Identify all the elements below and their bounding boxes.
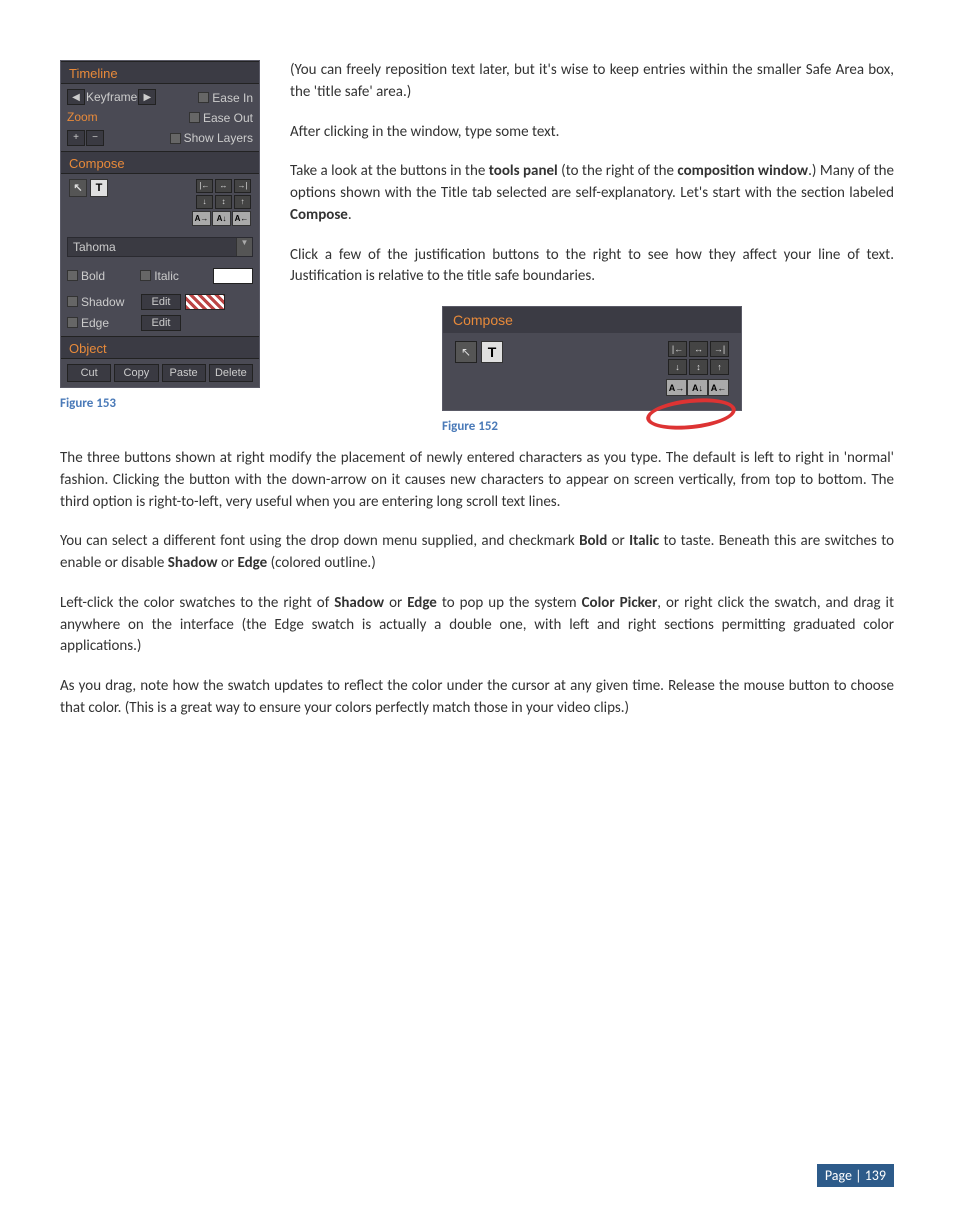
show-layers-label: Show Layers	[184, 131, 253, 145]
text-tool-button[interactable]: T	[90, 179, 108, 197]
shadow-checkbox[interactable]	[67, 296, 78, 307]
para-6: You can select a different font using th…	[60, 531, 894, 575]
page-number-badge: Page | 139	[817, 1164, 894, 1187]
compose-heading-153: Compose	[61, 151, 259, 174]
align-buttons-group: |← ↔ →| ↓ ↕ ↑ A→ A↓ A←	[192, 179, 251, 226]
italic-label: Italic	[154, 269, 179, 283]
shadow-label: Shadow	[81, 295, 124, 309]
arrow-tool-button[interactable]: ↖	[69, 179, 87, 197]
para-4: Click a few of the justification buttons…	[290, 245, 894, 289]
dir-down-button-152[interactable]: A↓	[687, 379, 708, 396]
text-tool-button-152[interactable]: T	[481, 341, 503, 363]
dir-down-button[interactable]: A↓	[212, 211, 231, 226]
align-center-button[interactable]: ↔	[215, 179, 232, 193]
zoom-out-button[interactable]: −	[86, 130, 104, 146]
para-1: (You can freely reposition text later, b…	[290, 60, 894, 104]
align-right-button-152[interactable]: →|	[710, 341, 729, 357]
align-left-button-152[interactable]: |←	[668, 341, 687, 357]
edge-label: Edge	[81, 316, 109, 330]
edge-checkbox[interactable]	[67, 317, 78, 328]
dir-ltr-button[interactable]: A→	[192, 211, 211, 226]
compose-heading-152: Compose	[443, 307, 741, 333]
keyframe-prev-button[interactable]: ◀	[67, 89, 85, 105]
ease-out-checkbox[interactable]	[189, 112, 200, 123]
para-8: As you drag, note how the swatch updates…	[60, 676, 894, 720]
keyframe-next-button[interactable]: ▶	[138, 89, 156, 105]
para-7: Left-click the color swatches to the rig…	[60, 593, 894, 658]
shadow-edit-button[interactable]: Edit	[141, 294, 181, 310]
align-right-button[interactable]: →|	[234, 179, 251, 193]
align-bottom-button[interactable]: ↓	[196, 195, 213, 209]
tools-panel-figure-153: Timeline ◀ Keyframe ▶ Ease In Zoom Ease …	[60, 60, 260, 388]
keyframe-label: Keyframe	[86, 90, 137, 104]
ease-in-label: Ease In	[212, 90, 253, 104]
align-buttons-group-152: |← ↔ →| ↓ ↕ ↑ A→	[666, 341, 729, 396]
align-top-button-152[interactable]: ↑	[710, 359, 729, 375]
arrow-tool-button-152[interactable]: ↖	[455, 341, 477, 363]
edge-edit-button[interactable]: Edit	[141, 315, 181, 331]
ease-out-label: Ease Out	[203, 111, 253, 125]
align-middle-button-152[interactable]: ↕	[689, 359, 708, 375]
align-top-button[interactable]: ↑	[234, 195, 251, 209]
figure-153-caption: Figure 153	[60, 396, 262, 411]
delete-button[interactable]: Delete	[209, 364, 253, 382]
dir-ltr-button-152[interactable]: A→	[666, 379, 687, 396]
font-select[interactable]: Tahoma ▼	[67, 237, 253, 257]
para-5: The three buttons shown at right modify …	[60, 448, 894, 513]
cut-button[interactable]: Cut	[67, 364, 111, 382]
copy-button[interactable]: Copy	[114, 364, 158, 382]
paste-button[interactable]: Paste	[162, 364, 206, 382]
dir-rtl-button[interactable]: A←	[232, 211, 251, 226]
figure-152-caption: Figure 152	[442, 419, 742, 434]
para-3: Take a look at the buttons in the tools …	[290, 161, 894, 226]
bold-italic-color-swatch[interactable]	[213, 268, 253, 284]
zoom-in-button[interactable]: +	[67, 130, 85, 146]
timeline-heading: Timeline	[61, 61, 259, 84]
show-layers-checkbox[interactable]	[170, 133, 181, 144]
zoom-heading: Zoom	[67, 110, 98, 124]
dir-rtl-button-152[interactable]: A←	[708, 379, 729, 396]
align-left-button[interactable]: |←	[196, 179, 213, 193]
bold-checkbox[interactable]	[67, 270, 78, 281]
chevron-down-icon[interactable]: ▼	[236, 238, 252, 256]
ease-in-checkbox[interactable]	[198, 92, 209, 103]
align-bottom-button-152[interactable]: ↓	[668, 359, 687, 375]
italic-checkbox[interactable]	[140, 270, 151, 281]
bold-label: Bold	[81, 269, 105, 283]
font-select-value: Tahoma	[68, 238, 236, 256]
compose-panel-figure-152: Compose ↖ T |← ↔ →|	[442, 306, 742, 411]
para-2: After clicking in the window, type some …	[290, 122, 894, 144]
shadow-color-swatch[interactable]	[185, 294, 225, 310]
align-middle-button[interactable]: ↕	[215, 195, 232, 209]
object-heading: Object	[61, 336, 259, 359]
align-center-button-152[interactable]: ↔	[689, 341, 708, 357]
